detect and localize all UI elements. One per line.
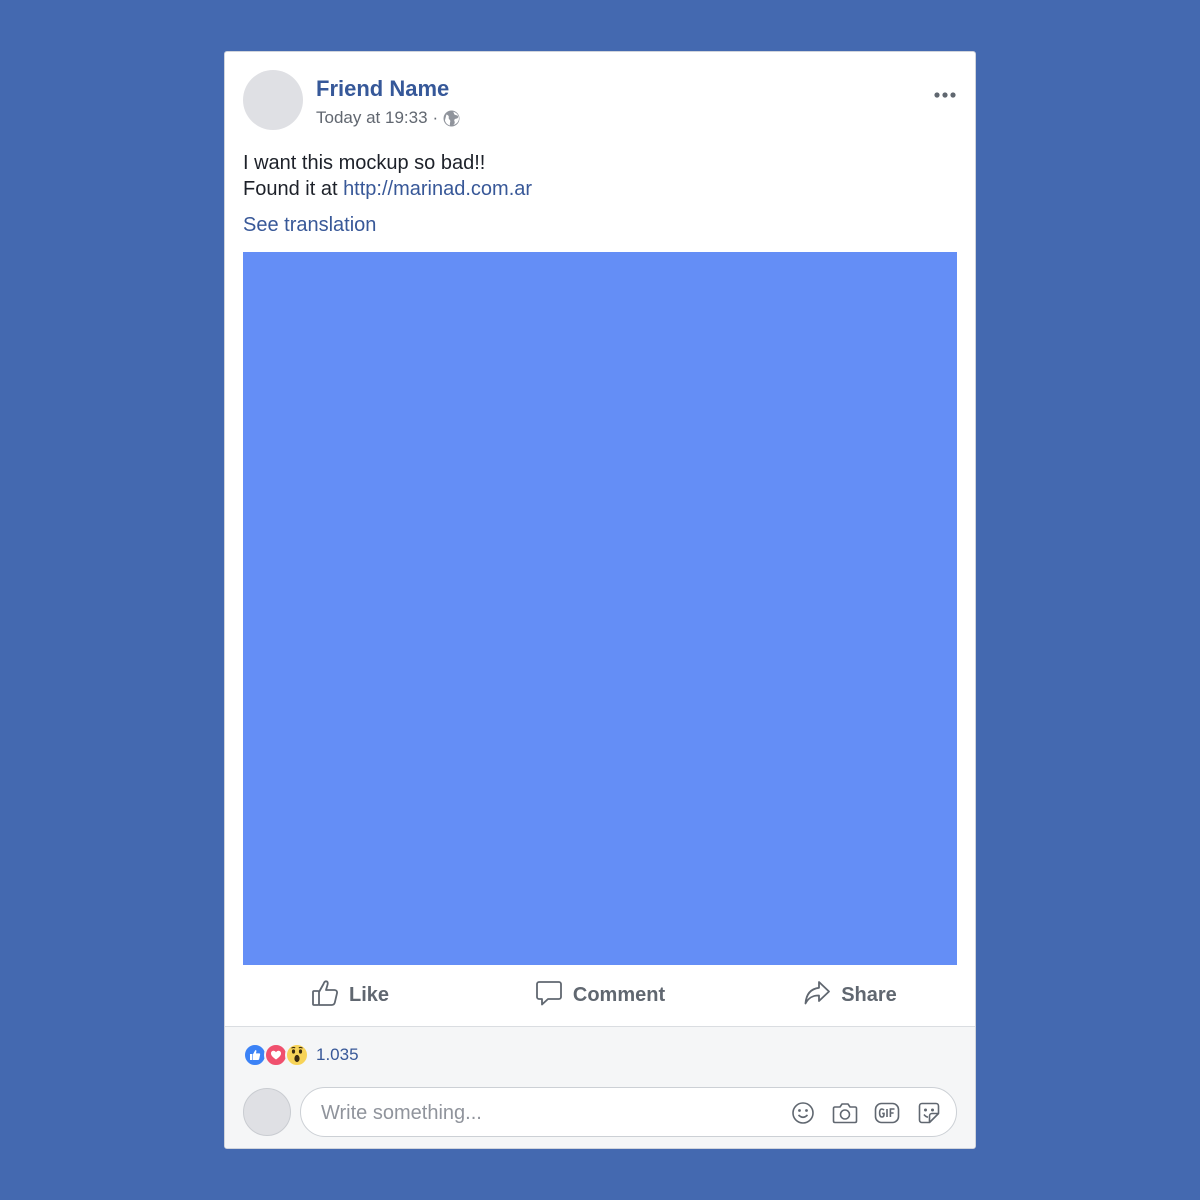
- speech-bubble-icon: [535, 979, 573, 1013]
- share-arrow-icon: [803, 979, 841, 1013]
- author-name[interactable]: Friend Name: [316, 76, 449, 102]
- thumbs-up-icon: [311, 979, 349, 1013]
- post-meta: Today at 19:33 ·: [316, 108, 460, 128]
- globe-icon[interactable]: [443, 110, 460, 127]
- post-card: Friend Name Today at 19:33 · I want this…: [224, 51, 976, 1149]
- reaction-count[interactable]: 1.035: [316, 1045, 359, 1065]
- see-translation-link[interactable]: See translation: [243, 214, 376, 237]
- reactions-summary[interactable]: 1.035: [243, 1043, 359, 1067]
- like-label: Like: [348, 984, 390, 1006]
- comment-input[interactable]: [319, 1088, 763, 1138]
- post-image[interactable]: [243, 252, 957, 965]
- comment-composer: [300, 1087, 957, 1138]
- post-text-line-1: I want this mockup so bad!!: [243, 152, 486, 174]
- more-options-icon[interactable]: [933, 88, 957, 100]
- share-button[interactable]: Share: [725, 965, 975, 1026]
- emoji-icon[interactable]: [790, 1100, 816, 1126]
- share-label: Share: [841, 984, 897, 1006]
- post-header: Friend Name Today at 19:33 ·: [243, 70, 957, 132]
- like-button[interactable]: Like: [225, 965, 475, 1026]
- post-actions: Like Comment Share: [225, 965, 975, 1026]
- post-footer: 1.035: [225, 1026, 975, 1148]
- sticker-icon[interactable]: [916, 1100, 942, 1126]
- post-text-prefix: Found it at: [243, 178, 344, 200]
- comment-label: Comment: [572, 984, 666, 1006]
- post-text: I want this mockup so bad!! Found it at …: [243, 150, 957, 202]
- camera-icon[interactable]: [832, 1100, 858, 1126]
- commenter-avatar: [243, 1088, 291, 1136]
- gif-icon[interactable]: [874, 1100, 900, 1126]
- post-timestamp[interactable]: Today at 19:33: [316, 108, 428, 128]
- post-link[interactable]: http://marinad.com.ar: [343, 178, 532, 200]
- author-avatar[interactable]: [243, 70, 303, 130]
- post-text-line-2: Found it at http://marinad.com.ar: [243, 176, 957, 202]
- comment-tools: [774, 1100, 942, 1126]
- meta-separator: ·: [432, 108, 439, 127]
- comment-button[interactable]: Comment: [475, 965, 725, 1026]
- wow-reaction-icon: [285, 1043, 309, 1067]
